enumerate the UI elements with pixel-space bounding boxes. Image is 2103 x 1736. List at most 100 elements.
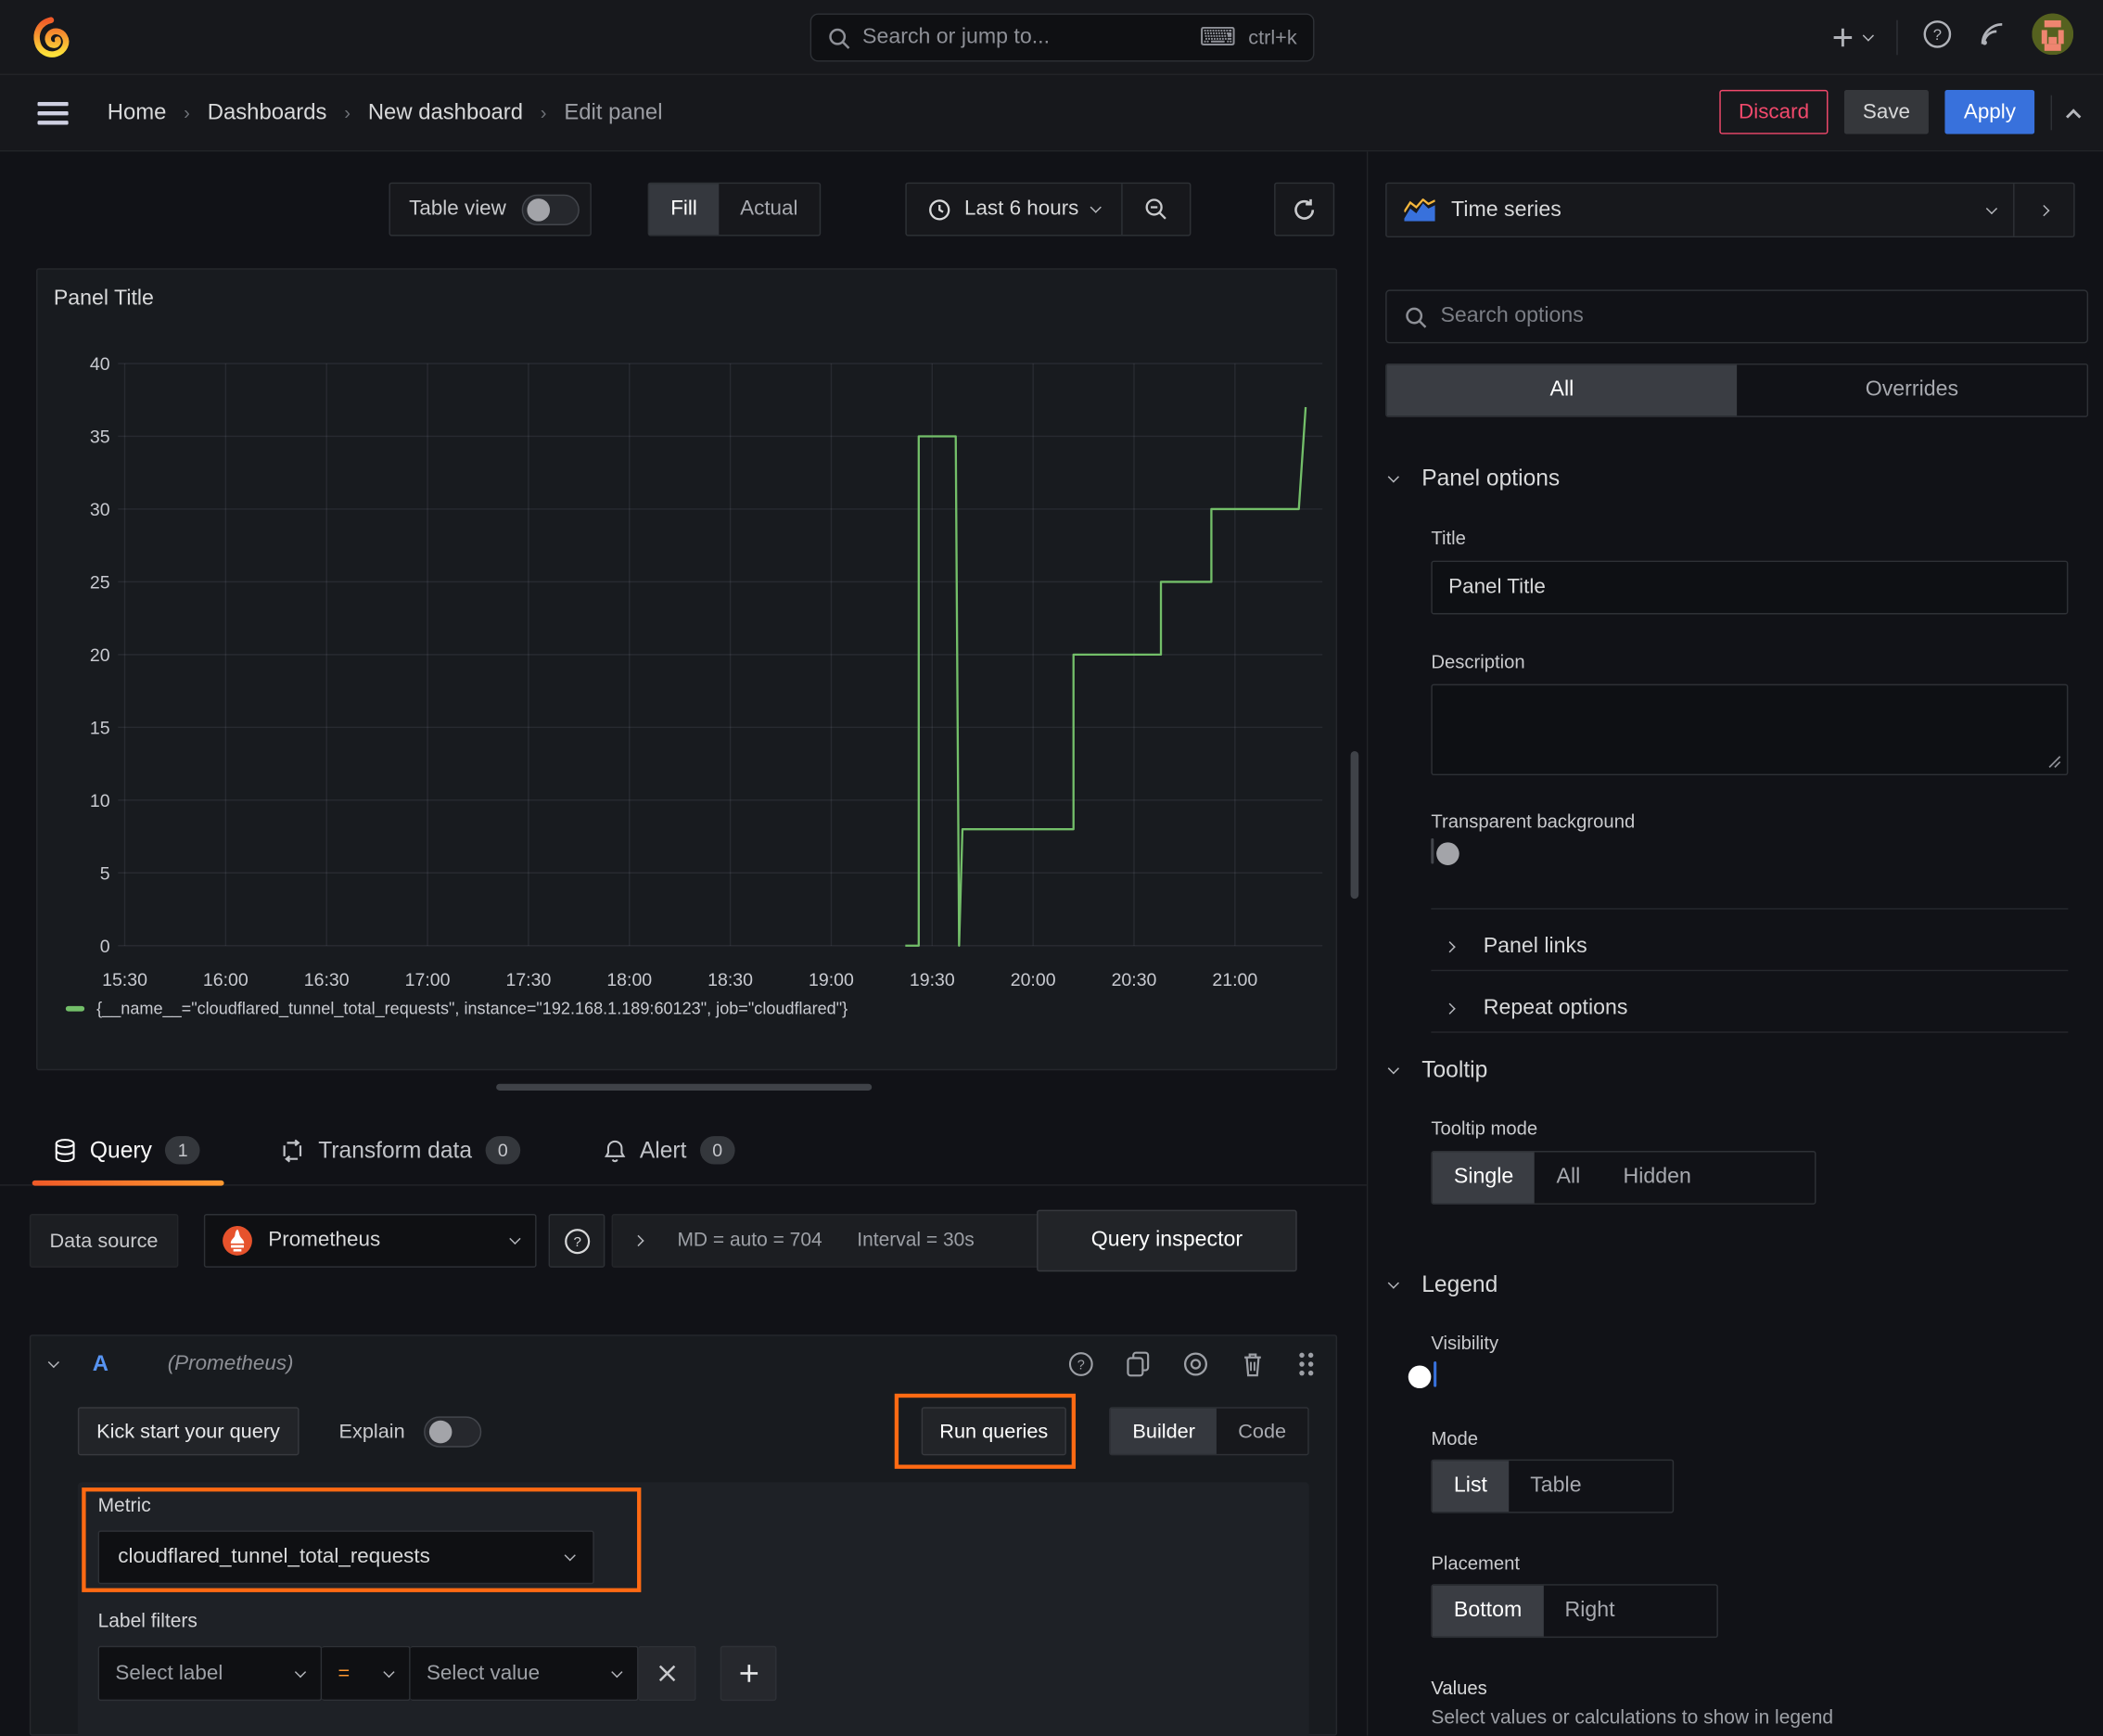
save-button[interactable]: Save <box>1843 89 1930 134</box>
legend-placement-bottom[interactable]: Bottom <box>1432 1585 1544 1637</box>
filter-tab-overrides[interactable]: Overrides <box>1737 364 2087 415</box>
help-button[interactable]: ? <box>1922 19 1953 56</box>
add-new-button[interactable] <box>1830 25 1875 49</box>
refresh-button[interactable] <box>1274 182 1335 236</box>
metric-select[interactable]: cloudflared_tunnel_total_requests <box>97 1530 594 1585</box>
tab-alert-label: Alert <box>639 1136 687 1163</box>
zoom-out-button[interactable] <box>1123 184 1190 235</box>
legend-series-label[interactable]: {__name__="cloudflared_tunnel_total_requ… <box>96 1000 848 1018</box>
user-avatar[interactable] <box>2032 13 2074 61</box>
news-button[interactable] <box>1977 19 2007 56</box>
legend-placement-right[interactable]: Right <box>1543 1586 1636 1637</box>
breadcrumb-new-dashboard[interactable]: New dashboard <box>368 100 523 125</box>
tooltip-title: Tooltip <box>1421 1056 1488 1083</box>
editor-tabs: Query 1 Transform data 0 Alert 0 <box>0 1116 1367 1186</box>
transparent-bg-toggle[interactable] <box>1431 838 1459 865</box>
chevron-right-icon <box>1444 941 1456 953</box>
query-inspector-button[interactable]: Query inspector <box>1037 1209 1297 1272</box>
query-ref-id[interactable]: A <box>93 1351 108 1376</box>
global-search[interactable]: Search or jump to... ⌨ ctrl+k <box>809 13 1315 62</box>
tooltip-mode-hidden[interactable]: Hidden <box>1601 1152 1713 1203</box>
annotation-run-queries <box>894 1393 1077 1469</box>
tooltip-header[interactable]: Tooltip <box>1387 1056 1488 1084</box>
tooltip-mode-all[interactable]: All <box>1535 1152 1601 1203</box>
panel-options-header[interactable]: Panel options <box>1387 465 1561 492</box>
menu-toggle[interactable] <box>37 101 69 132</box>
add-filter-button[interactable] <box>720 1645 777 1702</box>
tooltip-mode-single[interactable]: Single <box>1432 1152 1536 1204</box>
chevron-down-icon <box>611 1666 623 1678</box>
datasource-value: Prometheus <box>268 1228 381 1252</box>
rss-icon <box>1981 22 2003 45</box>
chevron-down-icon <box>1090 201 1102 213</box>
datasource-picker[interactable]: Prometheus <box>203 1214 537 1268</box>
tab-alert-count: 0 <box>699 1136 735 1165</box>
panel-title-input[interactable] <box>1431 560 2069 615</box>
query-row-header[interactable]: A (Prometheus) ? <box>31 1336 1335 1393</box>
time-range-picker[interactable]: Last 6 hours <box>907 184 1122 235</box>
tab-query[interactable]: Query 1 <box>32 1116 224 1186</box>
x-tick-label: 18:30 <box>707 970 753 990</box>
duplicate-query-icon[interactable] <box>1126 1351 1151 1378</box>
divider <box>1896 19 1898 56</box>
metric-label: Metric <box>97 1495 151 1517</box>
breadcrumb-home[interactable]: Home <box>108 100 167 125</box>
legend-visibility-toggle[interactable] <box>1408 1361 1437 1389</box>
tab-alert[interactable]: Alert 0 <box>585 1116 754 1184</box>
explain-label: Explain <box>338 1420 405 1443</box>
time-series-chart[interactable]: 0 5 10 15 20 25 30 35 40 15:30 16:00 16:30 17:00 17:3… <box>48 334 1336 1004</box>
repeat-options-header[interactable]: Repeat options <box>1444 989 1627 1028</box>
grafana-logo[interactable] <box>30 16 72 66</box>
datasource-help-button[interactable]: ? <box>548 1214 605 1268</box>
actual-option[interactable]: Actual <box>719 184 820 235</box>
builder-option[interactable]: Builder <box>1111 1408 1217 1454</box>
explain-toggle[interactable] <box>423 1415 482 1447</box>
toggle-visibility-icon[interactable] <box>1181 1351 1209 1378</box>
query-help-icon[interactable]: ? <box>1067 1351 1094 1378</box>
horizontal-scrollbar[interactable] <box>496 1083 873 1091</box>
filter-tab-all[interactable]: All <box>1386 364 1738 416</box>
panel-links-header[interactable]: Panel links <box>1444 926 1587 966</box>
grafana-logo-icon <box>33 17 70 57</box>
tooltip-mode-switch: Single All Hidden <box>1431 1151 1816 1205</box>
fill-option[interactable]: Fill <box>649 184 720 236</box>
divider <box>2050 94 2053 130</box>
apply-button[interactable]: Apply <box>1944 89 2035 134</box>
visualization-picker[interactable]: Time series <box>1387 184 2013 236</box>
panel-title[interactable]: Panel Title <box>54 287 154 312</box>
search-options-field[interactable]: Search options <box>1385 289 2089 344</box>
table-view-toggle[interactable] <box>522 194 580 225</box>
legend-series-swatch[interactable] <box>65 1005 85 1012</box>
kick-start-query-button[interactable]: Kick start your query <box>77 1407 300 1456</box>
remove-filter-button[interactable] <box>638 1645 696 1702</box>
legend-header[interactable]: Legend <box>1387 1271 1498 1298</box>
resize-handle-icon[interactable] <box>2048 755 2061 768</box>
query-row-card: A (Prometheus) ? Kick start your query E… <box>29 1334 1338 1736</box>
query-options-bar[interactable]: MD = auto = 704 Interval = 30s <box>611 1214 1059 1268</box>
x-tick-label: 19:00 <box>809 970 854 990</box>
tab-transform[interactable]: Transform data 0 <box>261 1116 539 1184</box>
collapse-pane-icon[interactable] <box>2065 108 2082 124</box>
operator-dropdown[interactable]: = <box>322 1645 411 1702</box>
description-textarea[interactable] <box>1431 683 2069 776</box>
panel-options-title: Panel options <box>1421 465 1561 491</box>
query-builder-body: Metric cloudflared_tunnel_total_requests… <box>77 1482 1309 1736</box>
tab-transform-label: Transform data <box>318 1136 473 1163</box>
select-label-dropdown[interactable]: Select label <box>97 1645 323 1702</box>
legend-mode-list[interactable]: List <box>1432 1461 1510 1513</box>
breadcrumb-dashboards[interactable]: Dashboards <box>208 100 327 125</box>
vertical-scrollbar[interactable] <box>1350 750 1359 900</box>
breadcrumb: Home › Dashboards › New dashboard › Edit… <box>108 75 663 150</box>
legend-mode-table[interactable]: Table <box>1509 1461 1603 1512</box>
chevron-right-icon <box>632 1234 644 1247</box>
code-option[interactable]: Code <box>1217 1409 1307 1454</box>
delete-query-icon[interactable] <box>1241 1351 1265 1378</box>
x-tick-label: 15:30 <box>102 970 147 990</box>
select-value-dropdown[interactable]: Select value <box>410 1645 639 1702</box>
toggle-viz-picker-button[interactable] <box>2015 184 2074 236</box>
chevron-down-icon <box>564 1550 576 1562</box>
drag-handle-icon[interactable] <box>1295 1351 1317 1378</box>
metric-value: cloudflared_tunnel_total_requests <box>118 1545 430 1568</box>
fill-actual-switch: Fill Actual <box>647 182 822 236</box>
discard-button[interactable]: Discard <box>1719 89 1829 134</box>
